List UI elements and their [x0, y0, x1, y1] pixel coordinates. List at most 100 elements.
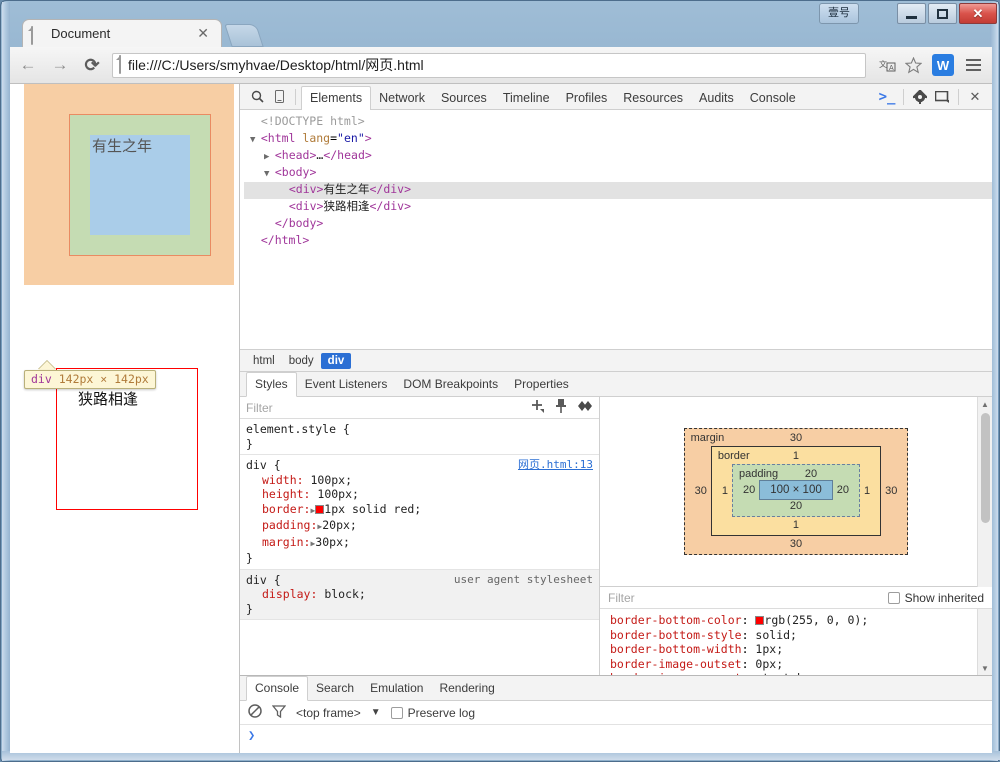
style-rule[interactable]: div {网页.html:13 width: 100px; height: 100p…: [240, 455, 599, 570]
tab-close-icon[interactable]: ✕: [193, 25, 213, 42]
style-rule-source-link[interactable]: 网页.html:13: [518, 458, 593, 473]
devtools-tab-audits[interactable]: Audits: [691, 87, 742, 110]
style-declaration[interactable]: border:▶ 1px solid red;: [246, 502, 599, 519]
style-declaration[interactable]: display: block;: [246, 587, 599, 602]
chevron-down-icon[interactable]: ▼: [371, 707, 381, 718]
sidebar-tab-styles[interactable]: Styles: [246, 372, 297, 397]
back-button[interactable]: ←: [14, 51, 42, 79]
sidebar-tab-event-listeners[interactable]: Event Listeners: [297, 373, 396, 396]
devtools-tab-elements[interactable]: Elements: [301, 85, 372, 111]
margin-right-value[interactable]: 30: [881, 485, 901, 497]
box-model-margin[interactable]: margin 30 30 border 1 1 padding 20 20 10…: [683, 428, 909, 555]
computed-property[interactable]: border-bottom-color: rgb(255, 0, 0);: [610, 613, 992, 628]
dom-node[interactable]: ▼ <html lang="en">: [244, 131, 992, 148]
close-devtools-icon[interactable]: ✕: [964, 86, 986, 108]
style-rule[interactable]: div {user agent stylesheet display: block…: [240, 569, 599, 620]
new-tab-button[interactable]: [224, 24, 264, 47]
device-mode-icon[interactable]: [268, 86, 290, 108]
svg-text:A: A: [889, 65, 894, 72]
border-bottom-value[interactable]: 1: [718, 519, 874, 531]
box-model-border[interactable]: border 1 1 padding 20 20 100 × 100 20 20…: [710, 446, 882, 536]
dom-node[interactable]: ▼ <body>: [244, 165, 992, 182]
style-rule[interactable]: element.style {}: [240, 419, 599, 455]
drawer-tab-rendering[interactable]: Rendering: [431, 677, 502, 700]
drawer-tab-emulation[interactable]: Emulation: [362, 677, 431, 700]
border-right-value[interactable]: 1: [860, 485, 874, 497]
margin-left-value[interactable]: 30: [691, 485, 711, 497]
drawer-tab-console[interactable]: Console: [246, 676, 309, 701]
reload-button[interactable]: ⟳: [78, 51, 106, 79]
dom-node[interactable]: ▶ <head>…</head>: [244, 148, 992, 165]
dom-node[interactable]: </html>: [244, 233, 992, 250]
gear-icon[interactable]: [909, 86, 931, 108]
dom-node[interactable]: <div>有生之年</div>: [244, 182, 992, 199]
preserve-log-toggle[interactable]: Preserve log: [390, 706, 475, 720]
computed-scrollbar[interactable]: ▲: [977, 397, 992, 587]
browser-tab-document[interactable]: Document ✕: [22, 19, 222, 47]
devtools-tab-network[interactable]: Network: [371, 87, 433, 110]
dom-node[interactable]: <div>狭路相逢</div>: [244, 199, 992, 216]
computed-property[interactable]: border-image-outset: 0px;: [610, 657, 992, 672]
scrollbar-thumb[interactable]: [981, 413, 990, 523]
sidebar-tab-properties[interactable]: Properties: [506, 373, 577, 396]
computed-property[interactable]: border-image-repeat: stretch;: [610, 671, 992, 675]
dock-position-icon[interactable]: [931, 86, 953, 108]
show-inherited-checkbox[interactable]: [887, 591, 900, 604]
new-style-rule-icon[interactable]: [531, 399, 545, 416]
forward-button[interactable]: →: [46, 51, 74, 79]
style-declaration[interactable]: margin:▶30px;: [246, 535, 599, 552]
translate-icon[interactable]: 文 A: [874, 52, 900, 78]
box-model-margin-middle-row: 30 border 1 1 padding 20 20 100 × 100 20…: [691, 444, 902, 538]
computed-properties-scrollbar[interactable]: ▼: [977, 609, 992, 675]
box-model-padding[interactable]: padding 20 20 100 × 100 20 20: [732, 464, 860, 517]
devtools-tab-profiles[interactable]: Profiles: [558, 87, 616, 110]
devtools-tab-list: Elements Network Sources Timeline Profiles Re…: [301, 84, 804, 111]
sidebar-tab-dom-breakpoints[interactable]: DOM Breakpoints: [395, 373, 506, 396]
dom-node[interactable]: <!DOCTYPE html>: [244, 114, 992, 131]
preserve-log-checkbox[interactable]: [390, 706, 403, 719]
padding-left-value[interactable]: 20: [739, 484, 759, 496]
address-bar[interactable]: file:///C:/Users/smyhvae/Desktop/html/网页…: [112, 52, 866, 78]
padding-bottom-value[interactable]: 20: [739, 500, 853, 512]
layers-icon[interactable]: [577, 400, 593, 415]
breadcrumb-item-div[interactable]: div: [320, 352, 352, 369]
drawer-tab-search[interactable]: Search: [308, 677, 362, 700]
border-top-value[interactable]: 1: [793, 450, 799, 462]
clear-console-icon[interactable]: [248, 704, 262, 721]
pin-icon[interactable]: [555, 399, 567, 416]
border-left-value[interactable]: 1: [718, 485, 732, 497]
console-drawer-toggle-icon[interactable]: >_: [876, 86, 898, 108]
margin-bottom-value[interactable]: 30: [691, 538, 902, 550]
filter-icon[interactable]: [271, 704, 287, 721]
computed-filter-input[interactable]: Filter: [608, 591, 635, 605]
devtools-tab-resources[interactable]: Resources: [615, 87, 691, 110]
devtools-tab-console[interactable]: Console: [742, 87, 804, 110]
extension-button-w[interactable]: W: [932, 54, 954, 76]
dom-tree[interactable]: <!DOCTYPE html> ▼ <html lang="en"> ▶ <head…: [240, 110, 992, 350]
padding-right-value[interactable]: 20: [833, 484, 853, 496]
style-declaration[interactable]: padding:▶20px;: [246, 518, 599, 535]
computed-pane: margin 30 30 border 1 1 padding 20 20 10…: [600, 397, 992, 675]
inspect-element-icon[interactable]: [246, 86, 268, 108]
padding-top-value[interactable]: 20: [805, 468, 817, 480]
scroll-down-arrow[interactable]: ▼: [978, 661, 992, 675]
frame-selector[interactable]: <top frame>: [296, 706, 361, 720]
console-input[interactable]: ❯: [240, 725, 992, 753]
box-model-content[interactable]: 100 × 100: [759, 480, 833, 500]
box-model-padding-middle-row: 20 100 × 100 20: [739, 480, 853, 500]
computed-property[interactable]: border-bottom-width: 1px;: [610, 642, 992, 657]
show-inherited-toggle[interactable]: Show inherited: [887, 591, 984, 605]
styles-filter-input[interactable]: Filter: [246, 401, 521, 415]
style-declaration[interactable]: height: 100px;: [246, 487, 599, 502]
browser-menu-button[interactable]: [960, 52, 986, 78]
margin-top-value[interactable]: 30: [790, 432, 802, 444]
style-declaration[interactable]: width: 100px;: [246, 473, 599, 488]
devtools-tab-sources[interactable]: Sources: [433, 87, 495, 110]
breadcrumb-item-body[interactable]: body: [282, 353, 321, 369]
scroll-up-arrow[interactable]: ▲: [978, 397, 992, 411]
computed-property[interactable]: border-bottom-style: solid;: [610, 628, 992, 643]
breadcrumb-item-html[interactable]: html: [246, 353, 282, 369]
dom-node[interactable]: </body>: [244, 216, 992, 233]
bookmark-star-icon[interactable]: [900, 52, 926, 78]
devtools-tab-timeline[interactable]: Timeline: [495, 87, 558, 110]
